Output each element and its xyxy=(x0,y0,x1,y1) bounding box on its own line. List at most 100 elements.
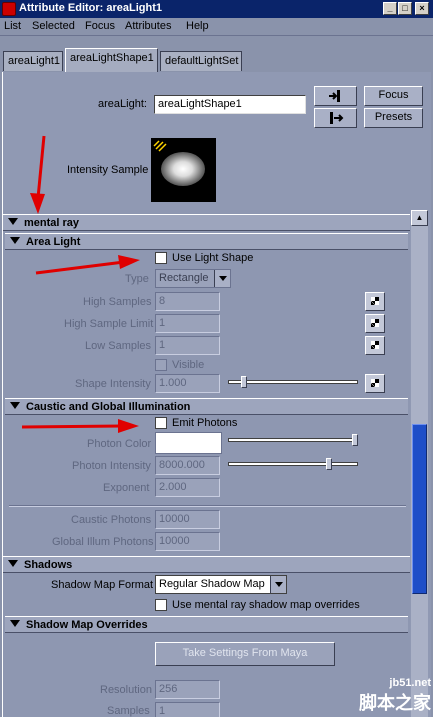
type-label: Type xyxy=(125,273,149,285)
collapse-triangle-icon xyxy=(10,237,20,244)
caustic-photons-field[interactable]: 10000 xyxy=(155,510,220,529)
photon-intensity-slider-handle[interactable] xyxy=(326,458,332,470)
collapse-triangle-icon xyxy=(10,402,20,409)
node-name-field[interactable]: areaLightShape1 xyxy=(154,95,306,114)
samples-label: Samples xyxy=(107,705,150,717)
collapse-triangle-icon xyxy=(10,620,20,627)
shape-intensity-slider-handle[interactable] xyxy=(241,376,247,388)
samples-field[interactable]: 1 xyxy=(155,702,220,717)
watermark-brand: 脚本之家 xyxy=(359,693,431,714)
vertical-scrollbar[interactable]: ▲ xyxy=(411,210,428,717)
menu-selected[interactable]: Selected xyxy=(32,20,75,32)
maya-app-icon xyxy=(2,2,16,16)
shape-intensity-field[interactable]: 1.000 xyxy=(155,374,220,393)
mental-ray-label: mental ray xyxy=(24,217,80,229)
caustic-gi-label: Caustic and Global Illumination xyxy=(26,401,191,413)
chevron-down-icon xyxy=(214,270,230,287)
shadow-map-overrides-section-header[interactable]: Shadow Map Overrides xyxy=(5,616,408,633)
resolution-label: Resolution xyxy=(100,684,152,696)
exponent-field[interactable]: 2.000 xyxy=(155,478,220,497)
input-arrow-icon xyxy=(328,90,340,102)
emit-photons-label: Emit Photons xyxy=(172,417,238,429)
caustic-photons-label: Caustic Photons xyxy=(71,514,152,526)
caustic-gi-section-header[interactable]: Caustic and Global Illumination xyxy=(5,398,408,415)
visible-label: Visible xyxy=(172,359,205,371)
area-light-section-header[interactable]: Area Light xyxy=(5,233,408,250)
intensity-sample-label: Intensity Sample xyxy=(67,164,149,176)
map-texture-button[interactable] xyxy=(365,336,385,355)
divider xyxy=(9,505,406,507)
photon-color-slider[interactable] xyxy=(228,438,358,442)
shadow-map-format-dropdown[interactable]: Regular Shadow Map xyxy=(155,575,287,594)
watermark: jb51.net 脚本之家 xyxy=(359,677,431,715)
output-arrow-icon xyxy=(329,112,343,124)
photon-color-swatch[interactable] xyxy=(155,432,222,454)
exponent-label: Exponent xyxy=(103,482,150,494)
mental-ray-section-header[interactable]: mental ray xyxy=(3,214,410,231)
menu-help[interactable]: Help xyxy=(186,20,209,32)
global-illum-photons-field[interactable]: 10000 xyxy=(155,532,220,551)
use-mr-overrides-checkbox[interactable] xyxy=(155,599,167,611)
map-texture-button[interactable] xyxy=(365,374,385,393)
shadows-section-header[interactable]: Shadows xyxy=(3,556,410,573)
tab-arealight1[interactable]: areaLight1 xyxy=(3,51,63,71)
type-value: Rectangle xyxy=(159,272,209,284)
attribute-scroll-area[interactable]: mental ray Area Light Use Light Shape Ty… xyxy=(3,210,410,717)
high-samples-field[interactable]: 8 xyxy=(155,292,220,311)
scroll-up-button[interactable]: ▲ xyxy=(411,210,428,226)
low-samples-label: Low Samples xyxy=(85,340,152,352)
collapse-triangle-icon xyxy=(8,218,18,225)
use-light-shape-checkbox[interactable] xyxy=(155,252,167,264)
node-tab-strip: areaLight1 areaLightShape1 defaultLightS… xyxy=(0,37,433,73)
high-sample-limit-field[interactable]: 1 xyxy=(155,314,220,333)
chevron-down-icon xyxy=(270,576,286,593)
focus-button[interactable]: Focus xyxy=(364,86,423,106)
menu-attributes[interactable]: Attributes xyxy=(125,20,171,32)
shadows-label: Shadows xyxy=(24,559,73,571)
emit-photons-checkbox[interactable] xyxy=(155,417,167,429)
maximize-button[interactable]: □ xyxy=(398,2,412,15)
output-connection-button[interactable] xyxy=(314,108,357,128)
shadow-map-overrides-label: Shadow Map Overrides xyxy=(26,619,148,631)
tab-defaultlightset[interactable]: defaultLightSet xyxy=(160,51,242,71)
use-mr-overrides-label: Use mental ray shadow map overrides xyxy=(172,599,360,611)
global-illum-photons-label: Global Illum Photons xyxy=(52,536,154,548)
close-button[interactable]: × xyxy=(415,2,429,15)
collapse-triangle-icon xyxy=(8,560,18,567)
visible-checkbox[interactable] xyxy=(155,359,167,371)
photon-color-label: Photon Color xyxy=(87,438,152,450)
shadow-map-format-value: Regular Shadow Map xyxy=(159,578,265,590)
map-texture-button[interactable] xyxy=(365,292,385,311)
type-dropdown[interactable]: Rectangle xyxy=(155,269,231,288)
photon-color-slider-handle[interactable] xyxy=(352,434,358,446)
menu-list[interactable]: List xyxy=(4,20,21,32)
input-connection-button[interactable] xyxy=(314,86,357,106)
map-texture-button[interactable] xyxy=(365,314,385,333)
high-samples-label: High Samples xyxy=(83,296,152,308)
light-sample-icon xyxy=(153,140,167,152)
shape-intensity-label: Shape Intensity xyxy=(75,378,151,390)
photon-intensity-label: Photon Intensity xyxy=(72,460,151,472)
intensity-sample-swatch xyxy=(151,138,216,202)
watermark-site: jb51.net xyxy=(389,677,431,689)
menu-bar: List Selected Focus Attributes Help xyxy=(0,18,433,36)
use-light-shape-label: Use Light Shape xyxy=(172,252,254,264)
window-title: Attribute Editor: areaLight1 xyxy=(19,2,163,14)
low-samples-field[interactable]: 1 xyxy=(155,336,220,355)
tab-arealightshape1[interactable]: areaLightShape1 xyxy=(65,48,158,72)
light-glow-preview xyxy=(161,152,205,186)
take-settings-button[interactable]: Take Settings From Maya xyxy=(155,642,335,666)
photon-intensity-field[interactable]: 8000.000 xyxy=(155,456,220,475)
high-sample-limit-label: High Sample Limit xyxy=(64,318,154,330)
photon-intensity-slider[interactable] xyxy=(228,462,358,466)
resolution-field[interactable]: 256 xyxy=(155,680,220,699)
scroll-thumb[interactable] xyxy=(412,424,427,594)
title-bar: Attribute Editor: areaLight1 _ □ × xyxy=(0,0,433,18)
minimize-button[interactable]: _ xyxy=(383,2,397,15)
shape-intensity-slider[interactable] xyxy=(228,380,358,384)
shadow-map-format-label: Shadow Map Format xyxy=(51,579,154,591)
menu-focus[interactable]: Focus xyxy=(85,20,115,32)
node-name-label: areaLight: xyxy=(98,98,147,110)
presets-button[interactable]: Presets xyxy=(364,108,423,128)
area-light-label: Area Light xyxy=(26,236,81,248)
